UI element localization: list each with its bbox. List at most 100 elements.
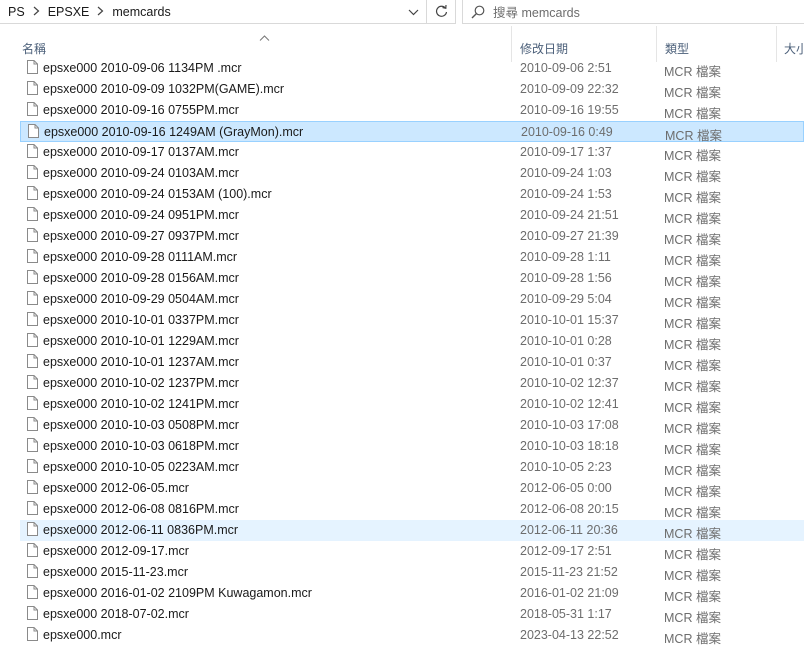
file-icon (27, 501, 38, 518)
column-name-header[interactable]: 名稱 (22, 40, 46, 57)
file-icon (27, 459, 38, 476)
file-type: MCR 檔案 (664, 632, 721, 646)
column-date-header[interactable]: 修改日期 (520, 40, 568, 57)
file-name[interactable]: epsxe000 2012-09-17.mcr (43, 544, 189, 558)
file-name[interactable]: epsxe000 2010-10-01 1229AM.mcr (43, 334, 239, 348)
file-name[interactable]: epsxe000 2012-06-08 0816PM.mcr (43, 502, 239, 516)
file-icon (27, 102, 38, 119)
file-list[interactable]: epsxe000 2010-09-06 1134PM .mcr 2010-09-0… (0, 58, 804, 657)
sort-up-icon[interactable] (259, 30, 270, 44)
file-row[interactable]: epsxe000 2010-09-24 0153AM (100).mcr 2010… (20, 184, 804, 205)
file-type: MCR 檔案 (664, 359, 721, 373)
file-name[interactable]: epsxe000 2010-09-09 1032PM(GAME).mcr (43, 82, 284, 96)
file-row[interactable]: epsxe000 2010-10-03 0618PM.mcr 2010-10-03… (20, 436, 804, 457)
chevron-down-icon[interactable] (400, 0, 426, 24)
file-name[interactable]: epsxe000 2010-09-06 1134PM .mcr (43, 61, 242, 75)
file-row[interactable]: epsxe000 2010-09-16 1249AM (GrayMon).mcr… (20, 121, 804, 143)
file-modified-date: 2010-09-16 0:49 (521, 125, 613, 139)
file-row[interactable]: epsxe000 2010-09-28 0156AM.mcr 2010-09-28… (20, 268, 804, 289)
file-icon (27, 186, 38, 203)
file-modified-date: 2010-10-01 0:37 (520, 355, 612, 369)
search-input[interactable]: 搜尋 memcards (493, 2, 580, 21)
file-row[interactable]: epsxe000 2012-09-17.mcr 2012-09-17 2:51 MC… (20, 541, 804, 562)
file-modified-date: 2018-05-31 1:17 (520, 607, 612, 621)
file-name[interactable]: epsxe000 2010-09-16 0755PM.mcr (43, 103, 239, 117)
file-modified-date: 2010-09-24 1:53 (520, 187, 612, 201)
file-name[interactable]: epsxe000 2015-11-23.mcr (43, 565, 188, 579)
file-row[interactable]: epsxe000 2010-10-02 1237PM.mcr 2010-10-02… (20, 373, 804, 394)
file-name[interactable]: epsxe000 2010-09-16 1249AM (GrayMon).mcr (44, 125, 303, 139)
file-name[interactable]: epsxe000 2010-10-03 0618PM.mcr (43, 439, 239, 453)
file-name[interactable]: epsxe000.mcr (43, 628, 122, 642)
file-row[interactable]: epsxe000 2012-06-11 0836PM.mcr 2012-06-11… (20, 520, 804, 541)
file-name[interactable]: epsxe000 2010-09-27 0937PM.mcr (43, 229, 239, 243)
file-row[interactable]: epsxe000 2010-10-01 1237AM.mcr 2010-10-01… (20, 352, 804, 373)
file-name[interactable]: epsxe000 2010-10-02 1237PM.mcr (43, 376, 239, 390)
file-type: MCR 檔案 (664, 464, 721, 478)
file-row[interactable]: epsxe000 2010-09-24 0951PM.mcr 2010-09-24… (20, 205, 804, 226)
file-row[interactable]: epsxe000 2010-09-09 1032PM(GAME).mcr 2010… (20, 79, 804, 100)
file-icon (27, 312, 38, 329)
chevron-right-icon[interactable] (89, 5, 112, 19)
chevron-right-icon[interactable] (25, 5, 48, 19)
file-name[interactable]: epsxe000 2010-10-01 1237AM.mcr (43, 355, 239, 369)
file-name[interactable]: epsxe000 2012-06-11 0836PM.mcr (43, 523, 238, 537)
file-icon (27, 606, 38, 623)
file-icon (27, 480, 38, 497)
file-row[interactable]: epsxe000 2010-10-05 0223AM.mcr 2010-10-05… (20, 457, 804, 478)
column-size-header[interactable]: 大小 (784, 40, 804, 57)
file-modified-date: 2015-11-23 21:52 (520, 565, 618, 579)
file-icon (27, 543, 38, 560)
file-modified-date: 2010-10-01 0:28 (520, 334, 612, 348)
file-icon (27, 564, 38, 581)
file-name[interactable]: epsxe000 2010-09-29 0504AM.mcr (43, 292, 239, 306)
breadcrumb-epsxe[interactable]: EPSXE (48, 5, 90, 19)
search-box[interactable]: 搜尋 memcards (462, 0, 804, 24)
column-divider[interactable] (511, 26, 512, 62)
file-name[interactable]: epsxe000 2010-09-28 0156AM.mcr (43, 271, 239, 285)
file-type: MCR 檔案 (664, 338, 721, 352)
file-name[interactable]: epsxe000 2010-10-03 0508PM.mcr (43, 418, 239, 432)
file-row[interactable]: epsxe000 2010-09-24 0103AM.mcr 2010-09-24… (20, 163, 804, 184)
column-divider[interactable] (656, 26, 657, 62)
file-name[interactable]: epsxe000 2010-10-05 0223AM.mcr (43, 460, 239, 474)
breadcrumb-memcards[interactable]: memcards (112, 5, 170, 19)
file-name[interactable]: epsxe000 2018-07-02.mcr (43, 607, 189, 621)
file-name[interactable]: epsxe000 2010-09-24 0103AM.mcr (43, 166, 239, 180)
file-name[interactable]: epsxe000 2010-09-17 0137AM.mcr (43, 145, 239, 159)
refresh-button[interactable] (426, 0, 456, 24)
file-row[interactable]: epsxe000 2016-01-02 2109PM Kuwagamon.mcr… (20, 583, 804, 604)
file-row[interactable]: epsxe000 2010-09-29 0504AM.mcr 2010-09-29… (20, 289, 804, 310)
column-divider[interactable] (776, 26, 777, 62)
file-row[interactable]: epsxe000 2010-10-02 1241PM.mcr 2010-10-02… (20, 394, 804, 415)
file-row[interactable]: epsxe000 2010-09-06 1134PM .mcr 2010-09-0… (20, 58, 804, 79)
file-row[interactable]: epsxe000.mcr 2023-04-13 22:52 MCR 檔案 (20, 625, 804, 646)
column-type-header[interactable]: 類型 (665, 40, 689, 57)
file-row[interactable]: epsxe000 2018-07-02.mcr 2018-05-31 1:17 MC… (20, 604, 804, 625)
file-row[interactable]: epsxe000 2010-09-28 0111AM.mcr 2010-09-28… (20, 247, 804, 268)
file-name[interactable]: epsxe000 2010-09-24 0951PM.mcr (43, 208, 239, 222)
file-row[interactable]: epsxe000 2015-11-23.mcr 2015-11-23 21:52 M… (20, 562, 804, 583)
file-row[interactable]: epsxe000 2012-06-08 0816PM.mcr 2012-06-08… (20, 499, 804, 520)
file-icon (27, 438, 38, 455)
file-row[interactable]: epsxe000 2010-10-01 1229AM.mcr 2010-10-01… (20, 331, 804, 352)
file-row[interactable]: epsxe000 2010-10-01 0337PM.mcr 2010-10-01… (20, 310, 804, 331)
file-type: MCR 檔案 (664, 254, 721, 268)
file-name[interactable]: epsxe000 2016-01-02 2109PM Kuwagamon.mcr (43, 586, 312, 600)
file-icon (27, 60, 38, 77)
breadcrumb-ps[interactable]: PS (0, 5, 25, 19)
file-name[interactable]: epsxe000 2010-10-02 1241PM.mcr (43, 397, 239, 411)
file-modified-date: 2010-09-16 19:55 (520, 103, 619, 117)
file-row[interactable]: epsxe000 2012-06-05.mcr 2012-06-05 0:00 MC… (20, 478, 804, 499)
address-bar[interactable]: PS EPSXE memcards (0, 0, 456, 24)
file-name[interactable]: epsxe000 2010-09-28 0111AM.mcr (43, 250, 237, 264)
file-name[interactable]: epsxe000 2012-06-05.mcr (43, 481, 189, 495)
file-row[interactable]: epsxe000 2010-09-27 0937PM.mcr 2010-09-27… (20, 226, 804, 247)
file-name[interactable]: epsxe000 2010-10-01 0337PM.mcr (43, 313, 239, 327)
file-type: MCR 檔案 (664, 233, 721, 247)
file-row[interactable]: epsxe000 2010-09-17 0137AM.mcr 2010-09-17… (20, 142, 804, 163)
file-type: MCR 檔案 (664, 149, 721, 163)
file-name[interactable]: epsxe000 2010-09-24 0153AM (100).mcr (43, 187, 272, 201)
file-row[interactable]: epsxe000 2010-10-03 0508PM.mcr 2010-10-03… (20, 415, 804, 436)
file-row[interactable]: epsxe000 2010-09-16 0755PM.mcr 2010-09-16… (20, 100, 804, 121)
